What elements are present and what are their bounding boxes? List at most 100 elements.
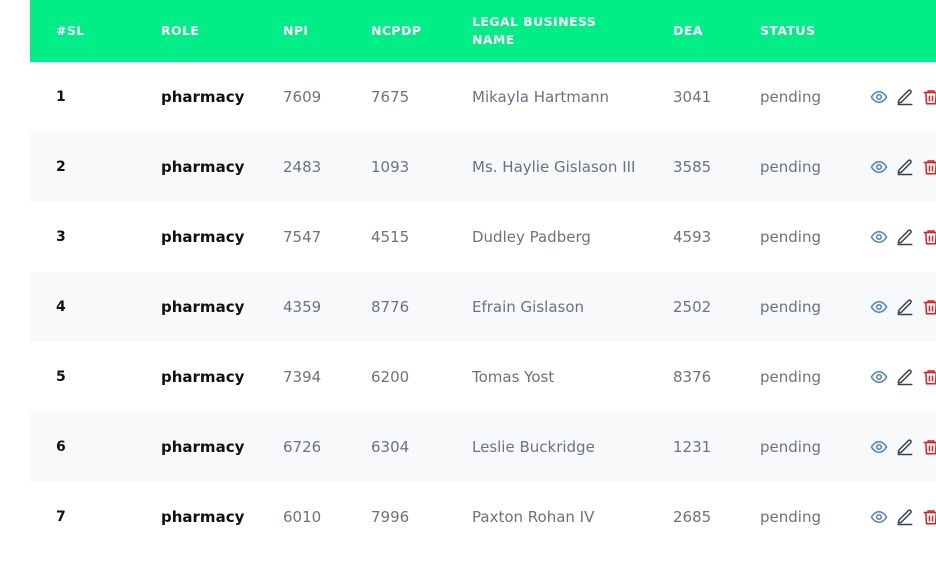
eye-icon[interactable] <box>870 228 888 246</box>
cell-sl: 2 <box>56 159 66 175</box>
cell-status: pending <box>760 228 821 246</box>
cell-npi: 6010 <box>283 508 322 526</box>
col-header-ncpdp[interactable]: NCPDP <box>371 0 472 62</box>
row-actions <box>868 438 936 456</box>
cell-status: pending <box>760 158 821 176</box>
table-row: 4 pharmacy 4359 8776 Efrain Gislason 2502 pend… <box>30 272 936 342</box>
cell-ncpdp: 1093 <box>371 158 410 176</box>
cell-sl: 6 <box>56 439 66 455</box>
pencil-icon[interactable] <box>896 88 914 106</box>
cell-status: pending <box>760 368 821 386</box>
cell-legal-business-name: Efrain Gislason <box>472 298 585 316</box>
cell-npi: 7609 <box>283 88 322 106</box>
table-row: 1 pharmacy 7609 7675 Mikayla Hartmann 3041 pen… <box>30 62 936 132</box>
cell-legal-business-name: Tomas Yost <box>472 368 555 386</box>
cell-dea: 2502 <box>673 298 712 316</box>
cell-role: pharmacy <box>161 88 245 106</box>
col-header-role[interactable]: ROLE <box>161 0 283 62</box>
cell-legal-business-name: Leslie Buckridge <box>472 438 595 456</box>
cell-sl: 5 <box>56 369 66 385</box>
cell-npi: 7547 <box>283 228 322 246</box>
pencil-icon[interactable] <box>896 158 914 176</box>
cell-status: pending <box>760 88 821 106</box>
cell-status: pending <box>760 298 821 316</box>
cell-actions <box>868 482 936 552</box>
col-header-legal-business-name[interactable]: LEGAL BUSINESS NAME <box>472 0 673 62</box>
cell-legal-business-name: Dudley Padberg <box>472 228 591 246</box>
cell-actions <box>868 202 936 272</box>
pencil-icon[interactable] <box>896 298 914 316</box>
cell-legal-business-name: Paxton Rohan IV <box>472 508 595 526</box>
eye-icon[interactable] <box>870 508 888 526</box>
cell-dea: 3041 <box>673 88 712 106</box>
cell-actions <box>868 272 936 342</box>
row-actions <box>868 158 936 176</box>
row-actions <box>868 508 936 526</box>
row-actions <box>868 368 936 386</box>
cell-actions <box>868 132 936 202</box>
cell-actions <box>868 62 936 132</box>
table-row: 3 pharmacy 7547 4515 Dudley Padberg 4593 pendi… <box>30 202 936 272</box>
cell-dea: 2685 <box>673 508 712 526</box>
cell-sl: 1 <box>56 89 66 105</box>
cell-status: pending <box>760 438 821 456</box>
cell-ncpdp: 7675 <box>371 88 410 106</box>
cell-sl: 3 <box>56 229 66 245</box>
cell-role: pharmacy <box>161 368 245 386</box>
cell-actions <box>868 342 936 412</box>
eye-icon[interactable] <box>870 88 888 106</box>
cell-dea: 3585 <box>673 158 712 176</box>
cell-actions <box>868 412 936 482</box>
table-row: 2 pharmacy 2483 1093 Ms. Haylie Gislason III… <box>30 132 936 202</box>
pencil-icon[interactable] <box>896 438 914 456</box>
eye-icon[interactable] <box>870 438 888 456</box>
eye-icon[interactable] <box>870 368 888 386</box>
trash-icon[interactable] <box>922 368 936 386</box>
table-body: 1 pharmacy 7609 7675 Mikayla Hartmann 3041 pen… <box>30 62 936 552</box>
eye-icon[interactable] <box>870 298 888 316</box>
table-row: 7 pharmacy 6010 7996 Paxton Rohan IV 2685 pend… <box>30 482 936 552</box>
trash-icon[interactable] <box>922 228 936 246</box>
eye-icon[interactable] <box>870 158 888 176</box>
pharmacy-table-container: #SL ROLE NPI NCPDP LEGAL BUSINESS NAME D… <box>30 0 936 552</box>
cell-role: pharmacy <box>161 158 245 176</box>
cell-ncpdp: 4515 <box>371 228 410 246</box>
cell-ncpdp: 8776 <box>371 298 410 316</box>
trash-icon[interactable] <box>922 88 936 106</box>
trash-icon[interactable] <box>922 298 936 316</box>
col-header-dea[interactable]: DEA <box>673 0 760 62</box>
cell-npi: 4359 <box>283 298 322 316</box>
cell-ncpdp: 6304 <box>371 438 410 456</box>
cell-dea: 4593 <box>673 228 712 246</box>
pencil-icon[interactable] <box>896 368 914 386</box>
cell-ncpdp: 7996 <box>371 508 410 526</box>
trash-icon[interactable] <box>922 508 936 526</box>
trash-icon[interactable] <box>922 438 936 456</box>
cell-npi: 7394 <box>283 368 322 386</box>
trash-icon[interactable] <box>922 158 936 176</box>
table-row: 6 pharmacy 6726 6304 Leslie Buckridge 1231 pen… <box>30 412 936 482</box>
cell-role: pharmacy <box>161 508 245 526</box>
row-actions <box>868 88 936 106</box>
col-header-status[interactable]: STATUS <box>760 0 868 62</box>
cell-role: pharmacy <box>161 438 245 456</box>
row-actions <box>868 298 936 316</box>
pencil-icon[interactable] <box>896 228 914 246</box>
cell-dea: 8376 <box>673 368 712 386</box>
col-header-actions <box>868 0 936 62</box>
cell-npi: 2483 <box>283 158 322 176</box>
cell-dea: 1231 <box>673 438 712 456</box>
cell-npi: 6726 <box>283 438 322 456</box>
cell-role: pharmacy <box>161 298 245 316</box>
table-row: 5 pharmacy 7394 6200 Tomas Yost 8376 pending <box>30 342 936 412</box>
cell-legal-business-name: Ms. Haylie Gislason III <box>472 158 636 176</box>
cell-status: pending <box>760 508 821 526</box>
cell-ncpdp: 6200 <box>371 368 410 386</box>
pharmacy-table: #SL ROLE NPI NCPDP LEGAL BUSINESS NAME D… <box>30 0 936 552</box>
pencil-icon[interactable] <box>896 508 914 526</box>
row-actions <box>868 228 936 246</box>
col-header-sl[interactable]: #SL <box>30 0 161 62</box>
cell-sl: 4 <box>56 299 66 315</box>
col-header-npi[interactable]: NPI <box>283 0 371 62</box>
cell-sl: 7 <box>56 509 66 525</box>
